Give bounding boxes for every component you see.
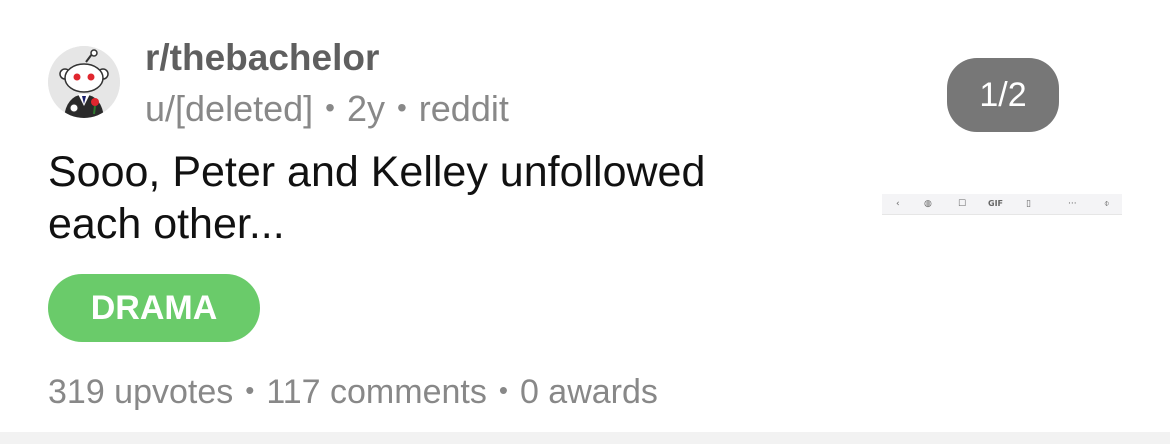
- author-name[interactable]: u/[deleted]: [145, 88, 313, 129]
- subreddit-name[interactable]: r/thebachelor: [145, 36, 379, 80]
- more-icon: ···: [1068, 199, 1077, 209]
- stats-separator: •: [498, 375, 508, 405]
- post-meta: u/[deleted] • 2y • reddit: [145, 86, 509, 131]
- sticker-icon: ☐: [958, 199, 967, 209]
- flair-badge[interactable]: DRAMA: [48, 274, 260, 342]
- feed-divider: [0, 432, 1170, 444]
- post-title[interactable]: Sooo, Peter and Kelley unfollowed each o…: [48, 146, 808, 250]
- microphone-icon: ⌽: [1104, 199, 1110, 209]
- back-chevron-icon: ‹: [896, 199, 900, 209]
- stats-separator: •: [245, 375, 255, 405]
- gif-icon: GIF: [988, 199, 1004, 208]
- clipboard-icon: ▯: [1026, 199, 1031, 209]
- post-age: 2y: [346, 88, 385, 129]
- meta-separator: •: [396, 92, 407, 123]
- comment-count[interactable]: 117 comments: [266, 373, 486, 411]
- media-page-indicator: 1/2: [947, 58, 1059, 132]
- award-count[interactable]: 0 awards: [520, 373, 658, 411]
- upvote-count[interactable]: 319 upvotes: [48, 373, 233, 411]
- post-stats: 319 upvotes • 117 comments • 0 awards: [48, 368, 658, 414]
- post-source: reddit: [418, 88, 509, 129]
- post-card[interactable]: r/thebachelor u/[deleted] • 2y • reddit Sooo…: [0, 0, 1170, 432]
- palette-icon: ◍: [924, 199, 932, 209]
- meta-separator: •: [325, 92, 335, 123]
- media-thumbnail[interactable]: ‹ ◍ ☐ GIF ▯ ··· ⌽: [882, 194, 1122, 215]
- reddit-snoo-avatar-icon[interactable]: [48, 46, 120, 118]
